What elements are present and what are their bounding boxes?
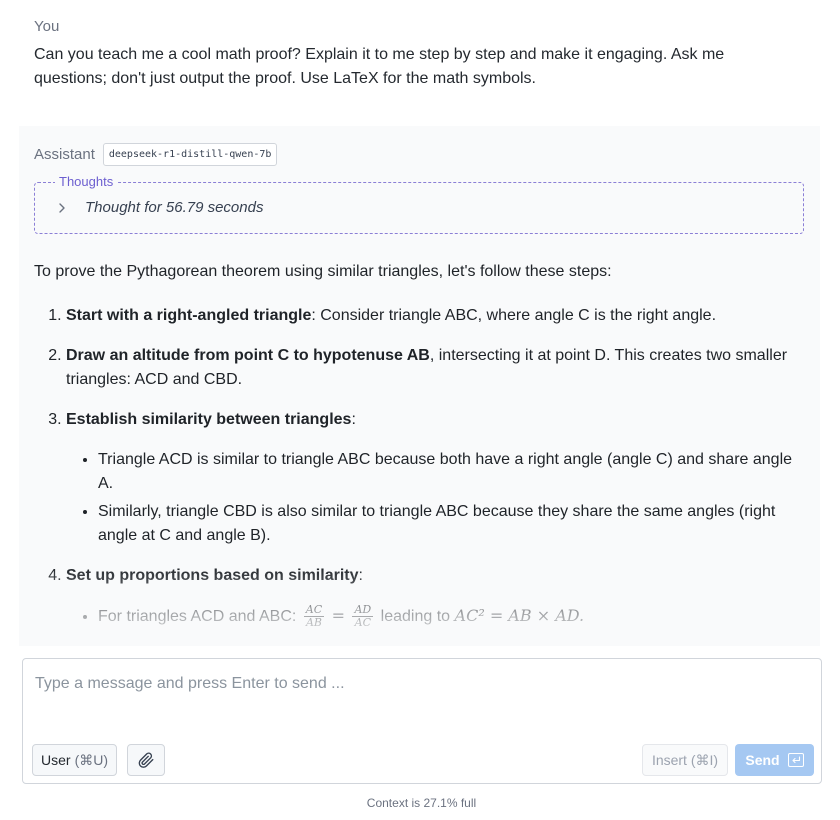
bullet-prefix: For triangles ACD and ABC: <box>98 608 301 625</box>
step-sub-list: For triangles ACD and ABC: ACAB = ADAC l… <box>66 604 804 629</box>
user-message-text: Can you teach me a cool math proof? Expl… <box>34 46 725 87</box>
step-title: Establish similarity between triangles <box>66 411 352 428</box>
step-text: : <box>351 411 356 428</box>
enter-key-icon <box>787 753 804 767</box>
role-toggle-shortcut: (⌘U) <box>74 751 108 768</box>
assistant-role-label: Assistant <box>34 145 95 163</box>
role-toggle-label: User <box>41 752 71 768</box>
paperclip-icon <box>138 752 154 768</box>
step-text: : Consider triangle ABC, where angle C i… <box>311 307 717 324</box>
sub-list-item: For triangles ACD and ABC: ACAB = ADAC l… <box>98 604 804 629</box>
attach-button[interactable] <box>127 744 165 776</box>
step-text: : <box>358 567 363 584</box>
send-button[interactable]: Send <box>735 744 814 776</box>
assistant-header: Assistant deepseek-r1-distill-qwen-7b <box>34 140 804 168</box>
context-status: Context is 27.1% full <box>366 796 477 810</box>
step-item: Draw an altitude from point C to hypoten… <box>66 344 804 392</box>
step-title: Start with a right-angled triangle <box>66 307 312 324</box>
sub-list-item: Similarly, triangle CBD is also similar … <box>98 500 804 548</box>
message-composer: User (⌘U) Insert (⌘I) Send <box>22 658 822 784</box>
thoughts-toggle[interactable]: Thought for 56.79 seconds <box>55 199 263 216</box>
equals-sign: = <box>331 606 345 625</box>
model-tag: deepseek-r1-distill-qwen-7b <box>102 142 278 166</box>
chevron-right-icon[interactable] <box>55 201 69 215</box>
bullet-mid: leading to <box>380 608 455 625</box>
message-input[interactable] <box>35 675 805 693</box>
insert-button[interactable]: Insert (⌘I) <box>642 744 728 776</box>
thoughts-panel[interactable]: Thoughts Thought for 56.79 seconds <box>34 174 804 234</box>
assistant-message-block: Assistant deepseek-r1-distill-qwen-7b Th… <box>19 126 820 646</box>
fraction-denominator: AB <box>305 616 322 630</box>
fraction: AD AC <box>352 604 374 630</box>
user-message-block: You Can you teach me a cool math proof? … <box>34 18 794 91</box>
sub-list-item: Triangle ACD is similar to triangle ABC … <box>98 448 804 496</box>
step-title: Set up proportions based on similarity <box>66 567 359 584</box>
step-item: Start with a right-angled triangle: Cons… <box>66 304 804 328</box>
proof-steps: Start with a right-angled triangle: Cons… <box>34 304 804 629</box>
formula: AC² = AB × AD. <box>454 606 585 625</box>
send-label: Send <box>745 752 780 768</box>
assistant-intro: To prove the Pythagorean theorem using s… <box>34 263 612 280</box>
step-item: Set up proportions based on similarity: … <box>66 564 804 629</box>
fraction: AC AB <box>303 604 325 630</box>
step-title: Draw an altitude from point C to hypoten… <box>66 347 430 364</box>
fraction-denominator: AC <box>354 616 372 630</box>
step-sub-list: Triangle ACD is similar to triangle ABC … <box>66 448 804 548</box>
role-toggle-button[interactable]: User (⌘U) <box>32 744 117 776</box>
thoughts-legend: Thoughts <box>55 174 118 189</box>
user-role-label: You <box>34 18 60 35</box>
step-item: Establish similarity between triangles: … <box>66 408 804 548</box>
thought-summary: Thought for 56.79 seconds <box>85 199 264 216</box>
